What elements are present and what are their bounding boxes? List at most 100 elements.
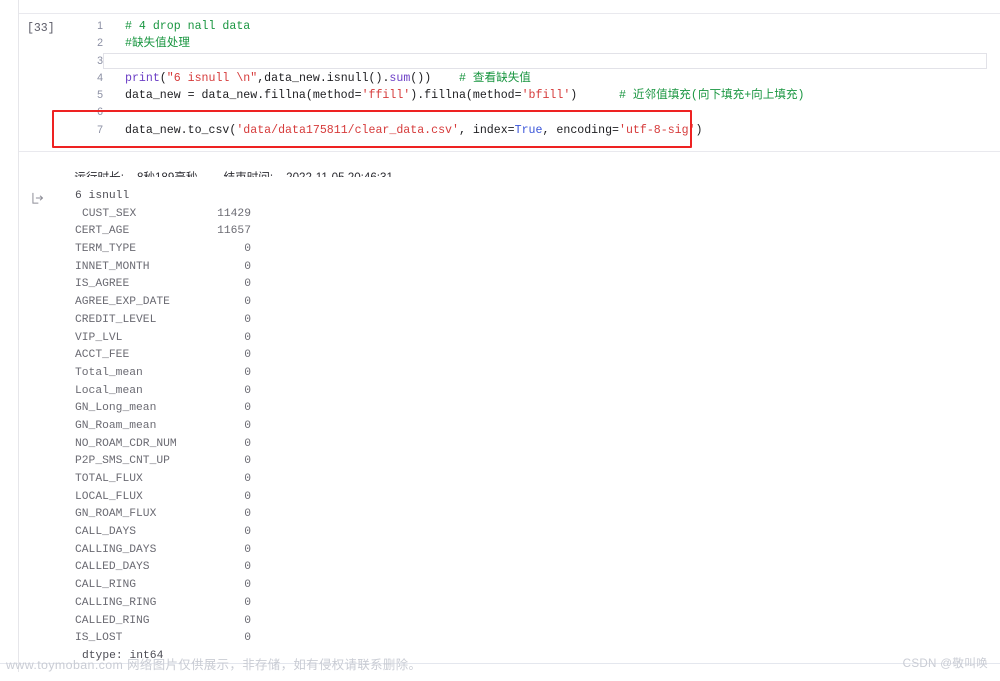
code-token: "6 isnull \n" (166, 71, 258, 85)
output-row: CALL_RING 0 (75, 577, 251, 595)
code-line[interactable]: 5 data_new = data_new.fillna(method='ffil… (69, 87, 999, 104)
code-token: , encoding= (542, 123, 620, 137)
output-field-value: 0 (244, 313, 251, 326)
output-field-name: Total_mean (75, 366, 143, 379)
code-editor[interactable]: 1 # 4 drop nall data 2 #缺失值处理 3 4 print("6 isn… (69, 18, 999, 139)
output-field-name: TERM_TYPE (75, 243, 137, 256)
output-row: IS_AGREE 0 (75, 276, 251, 294)
line-text (103, 52, 987, 69)
output-field-name: CALLING_RING (75, 596, 157, 609)
output-field-value: 0 (244, 561, 251, 574)
output-field-value: 0 (244, 331, 251, 344)
code-token: #缺失值处理 (125, 37, 190, 51)
line-text: data_new = data_new.fillna(method='ffill… (103, 87, 805, 104)
output-row: TERM_TYPE 0 (75, 241, 251, 259)
output-field-name: CALL_RING (75, 579, 137, 592)
notebook-page: [33] 1 # 4 drop nall data 2 #缺失值处理 3 4 print("… (0, 0, 1000, 681)
code-line[interactable]: 3 (69, 52, 999, 70)
output-field-value: 0 (244, 260, 251, 273)
output-field-name: LOCAL_FLUX (75, 490, 143, 503)
line-number: 2 (97, 37, 103, 50)
output-field-value: 0 (244, 437, 251, 450)
code-line[interactable]: 1 # 4 drop nall data (69, 18, 999, 35)
output-row: INNET_MONTH 0 (75, 259, 251, 277)
code-line[interactable]: 2 #缺失值处理 (69, 35, 999, 52)
line-number: 5 (97, 89, 103, 102)
line-number: 4 (97, 71, 103, 84)
output-row: CALLING_RING 0 (75, 595, 251, 613)
output-field-name: GN_Roam_mean (75, 419, 157, 432)
output-field-value: 0 (244, 543, 251, 556)
output-row: LOCAL_FLUX 0 (75, 489, 251, 507)
code-token: # 4 drop nall data (125, 20, 251, 33)
line-text: data_new.to_csv('data/data175811/clear_d… (103, 122, 703, 139)
output-field-name: IS_LOST (75, 632, 123, 645)
code-token: data_new = data_new.fillna(method= (125, 89, 362, 103)
output-field-name: ACCT_FEE (75, 349, 130, 362)
code-line[interactable]: 7 data_new.to_csv('data/data175811/clear_… (69, 122, 999, 139)
code-token: ()) (410, 71, 432, 85)
output-field-name: CALLING_DAYS (75, 543, 157, 556)
output-field-name: CERT_AGE (75, 225, 130, 238)
output-row: CREDIT_LEVEL 0 (75, 312, 251, 330)
output-row: GN_ROAM_FLUX 0 (75, 506, 251, 524)
line-number: 7 (97, 123, 103, 136)
line-text: #缺失值处理 (103, 35, 190, 52)
code-token: , index= (458, 123, 515, 137)
code-token: 'ffill' (361, 89, 411, 103)
code-line[interactable]: 4 print("6 isnull \n",data_new.isnull().s… (69, 70, 999, 87)
line-text: print("6 isnull \n",data_new.isnull().su… (103, 70, 531, 87)
code-token: 'bfill' (521, 89, 571, 103)
output-field-value: 0 (244, 508, 251, 521)
run-info-bar: 运行时长:8秒189毫秒结束时间:2022-11-05 20:46:31 (19, 151, 1000, 184)
output-field-name: P2P_SMS_CNT_UP (75, 455, 170, 468)
output-field-value: 0 (244, 366, 251, 379)
output-row: CUST_SEX 11429 (75, 206, 251, 224)
code-token: sum (389, 71, 411, 85)
output-field-name: CALL_DAYS (75, 526, 137, 539)
output-field-value: 0 (244, 526, 251, 539)
line-text: # 4 drop nall data (103, 18, 250, 35)
output-field-value: 0 (244, 490, 251, 503)
line-number: 6 (97, 106, 103, 119)
output-row: CERT_AGE 11657 (75, 223, 251, 241)
output-row: CALLED_RING 0 (75, 613, 251, 631)
output-header: 6 isnull (75, 190, 130, 202)
code-cell[interactable]: [33] 1 # 4 drop nall data 2 #缺失值处理 3 4 print("… (19, 14, 1000, 150)
output-row: IS_LOST 0 (75, 630, 251, 648)
output-row: CALLED_DAYS 0 (75, 559, 251, 577)
cell-output-area: 6 isnull CUST_SEX 11429 CERT_AGE 11657 TERM_T… (19, 177, 1000, 662)
output-row: GN_Long_mean 0 (75, 400, 251, 418)
output-field-value: 11657 (217, 225, 251, 238)
line-number: 1 (97, 20, 103, 32)
output-field-name: GN_ROAM_FLUX (75, 508, 157, 521)
watermark-site: www.toymoban.com 网络图片仅供展示，非存储，如有侵权请联系删除。 (6, 658, 422, 672)
output-field-name: TOTAL_FLUX (75, 473, 143, 485)
output-field-name: IS_AGREE (75, 278, 130, 291)
code-token: # 查看缺失值 (431, 71, 531, 85)
code-line[interactable]: 6 (69, 104, 999, 121)
output-field-value: 0 (244, 278, 251, 291)
output-row: CALL_DAYS 0 (75, 524, 251, 542)
line-number: 3 (97, 54, 103, 67)
code-token: ,data_new.isnull(). (257, 71, 390, 85)
output-field-name: CALLED_DAYS (75, 561, 150, 574)
output-field-value: 0 (244, 296, 251, 309)
output-field-value: 0 (244, 243, 251, 256)
code-token: # 近邻值填充(向下填充+向上填充) (577, 89, 805, 103)
output-field-name: GN_Long_mean (75, 402, 157, 415)
output-row: NO_ROAM_CDR_NUM 0 (75, 436, 251, 454)
output-field-name: CALLED_RING (75, 614, 150, 627)
output-row: GN_Roam_mean 0 (75, 418, 251, 436)
output-field-name: AGREE_EXP_DATE (75, 296, 170, 309)
output-row: TOTAL_FLUX 0 (75, 471, 251, 489)
output-row: VIP_LVL 0 (75, 330, 251, 348)
output-field-value: 0 (244, 384, 251, 397)
output-field-value: 11429 (217, 207, 251, 220)
output-field-value: 0 (244, 455, 251, 468)
output-field-name: VIP_LVL (75, 331, 123, 344)
output-field-value: 0 (244, 473, 251, 485)
code-token: 'data/data175811/clear_data.csv' (236, 123, 459, 137)
output-row: CALLING_DAYS 0 (75, 542, 251, 560)
code-token: True (514, 123, 543, 137)
